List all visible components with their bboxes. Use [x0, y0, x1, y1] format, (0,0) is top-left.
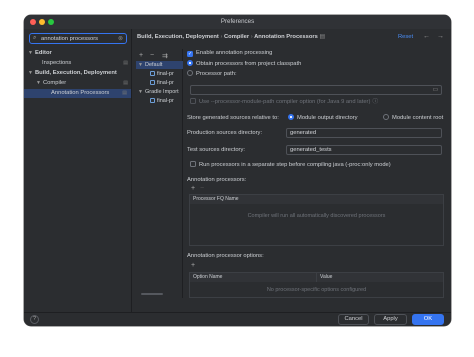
- processor-path-radio[interactable]: Processor path:: [187, 70, 237, 79]
- breadcrumb: Build, Execution, Deployment › Compiler …: [137, 34, 325, 40]
- sidebar-item-inspections[interactable]: Inspections ▤: [42, 59, 132, 68]
- checkbox-unchecked: [190, 98, 196, 104]
- store-relative-label: Store generated sources relative to:: [187, 115, 279, 121]
- module-output-radio[interactable]: Module output directory: [288, 114, 358, 123]
- breadcrumb-separator: ›: [250, 34, 253, 40]
- production-dir-field[interactable]: generated: [286, 128, 442, 138]
- window-title: Preferences: [220, 18, 255, 25]
- sidebar-item-build-execution-deployment[interactable]: ▼ Build, Execution, Deployment: [28, 69, 132, 78]
- breadcrumb-compiler[interactable]: Compiler: [224, 34, 249, 40]
- title-bar: Preferences: [24, 15, 451, 29]
- profile-module-item[interactable]: final-pr: [150, 79, 183, 87]
- sidebar-item-compiler[interactable]: ▼ Compiler ▤: [36, 79, 132, 88]
- options-table[interactable]: Option Name Value No processor-specific …: [189, 272, 444, 298]
- processors-empty-text: Compiler will run all automatically disc…: [247, 213, 386, 219]
- chevron-down-icon: ▼: [28, 70, 33, 76]
- search-icon: ⌕: [33, 35, 37, 41]
- enable-annotation-checkbox[interactable]: ✓ Enable annotation processing: [187, 49, 272, 58]
- proc-only-checkbox[interactable]: Run processors in a separate step before…: [190, 161, 391, 170]
- radio-unselected: [383, 114, 389, 120]
- module-path-checkbox[interactable]: Use --processor-module-path compiler opt…: [190, 98, 378, 107]
- checkbox-unchecked: [190, 161, 196, 167]
- annotation-settings-panel: ✓ Enable annotation processing Obtain pro…: [187, 48, 446, 298]
- option-value-column-header[interactable]: Value: [317, 273, 443, 282]
- project-settings-icon: ▤: [123, 80, 128, 86]
- reset-link[interactable]: Reset: [398, 34, 413, 40]
- obtain-classpath-radio[interactable]: Obtain processors from project classpath: [187, 60, 301, 69]
- module-content-radio[interactable]: Module content root: [383, 114, 443, 123]
- processors-table[interactable]: Processor FQ Name Compiler will run all …: [189, 194, 444, 246]
- add-option-icon[interactable]: +: [191, 262, 195, 269]
- profiles-scrollbar[interactable]: [141, 293, 163, 295]
- settings-header: Build, Execution, Deployment › Compiler …: [132, 29, 451, 45]
- clear-search-icon[interactable]: ⊗: [118, 35, 123, 42]
- module-icon: [150, 71, 155, 76]
- module-icon: [150, 80, 155, 85]
- checkmark-icon: ✓: [187, 51, 193, 57]
- folder-icon[interactable]: ▭: [433, 86, 438, 94]
- settings-search-input[interactable]: ⌕ annotation processors ⊗: [29, 33, 127, 44]
- help-button[interactable]: ?: [30, 315, 39, 324]
- search-query: annotation processors: [41, 35, 99, 42]
- settings-sidebar: ⌕ annotation processors ⊗ ▼ Editor Inspec…: [24, 29, 132, 312]
- project-settings-icon: ▤: [319, 34, 325, 40]
- profiles-panel: + − ⇉ ▼ Default final-pr final-pr ▼ Gradle…: [136, 49, 183, 298]
- breadcrumb-build[interactable]: Build, Execution, Deployment: [137, 34, 219, 40]
- project-settings-icon: ▤: [122, 90, 127, 96]
- preferences-window: Preferences ⌕ annotation processors ⊗ ▼ E…: [24, 15, 451, 326]
- test-dir-label: Test sources directory:: [187, 147, 245, 153]
- chevron-down-icon: ▼: [36, 80, 41, 86]
- add-processor-icon[interactable]: +: [191, 185, 195, 192]
- move-profile-icon[interactable]: ⇉: [162, 52, 168, 60]
- profile-module-item[interactable]: final-pr: [150, 97, 183, 105]
- options-empty-text: No processor-specific options configured: [266, 287, 367, 293]
- profile-default[interactable]: ▼ Default: [136, 61, 183, 69]
- remove-processor-icon: −: [200, 185, 205, 192]
- profile-module-item[interactable]: final-pr: [150, 70, 183, 78]
- project-settings-icon: ▤: [123, 60, 128, 66]
- chevron-down-icon: ▼: [138, 62, 143, 68]
- add-profile-icon[interactable]: +: [139, 52, 143, 59]
- dialog-footer: ? Cancel Apply OK: [24, 312, 451, 326]
- options-label: Annotation processor options:: [187, 253, 264, 259]
- breadcrumb-annotation-processors: Annotation Processors: [254, 34, 318, 40]
- option-name-column-header[interactable]: Option Name: [190, 273, 317, 282]
- back-arrow-icon[interactable]: ←: [423, 33, 430, 40]
- processors-column-header[interactable]: Processor FQ Name: [190, 195, 443, 204]
- radio-unselected: [187, 70, 193, 76]
- apply-button[interactable]: Apply: [374, 314, 407, 325]
- processor-path-field[interactable]: ▭: [190, 85, 442, 95]
- sidebar-item-annotation-processors[interactable]: Annotation Processors ▤: [24, 89, 131, 98]
- breadcrumb-separator: ›: [220, 34, 223, 40]
- cancel-button[interactable]: Cancel: [338, 314, 369, 325]
- ok-button[interactable]: OK: [412, 314, 444, 325]
- forward-arrow-icon[interactable]: →: [437, 33, 444, 40]
- production-dir-label: Production sources directory:: [187, 130, 263, 136]
- radio-selected: [288, 114, 294, 120]
- chevron-down-icon: ▼: [28, 50, 33, 56]
- sidebar-item-editor[interactable]: ▼ Editor: [28, 49, 132, 58]
- profile-gradle-import[interactable]: ▼ Gradle Import: [138, 88, 183, 96]
- remove-profile-icon[interactable]: −: [150, 52, 154, 59]
- radio-selected: [187, 60, 193, 66]
- help-icon[interactable]: ⓘ: [372, 99, 378, 105]
- module-icon: [150, 98, 155, 103]
- processors-label: Annotation processors:: [187, 177, 247, 183]
- chevron-down-icon: ▼: [138, 89, 143, 95]
- test-dir-field[interactable]: generated_tests: [286, 145, 442, 155]
